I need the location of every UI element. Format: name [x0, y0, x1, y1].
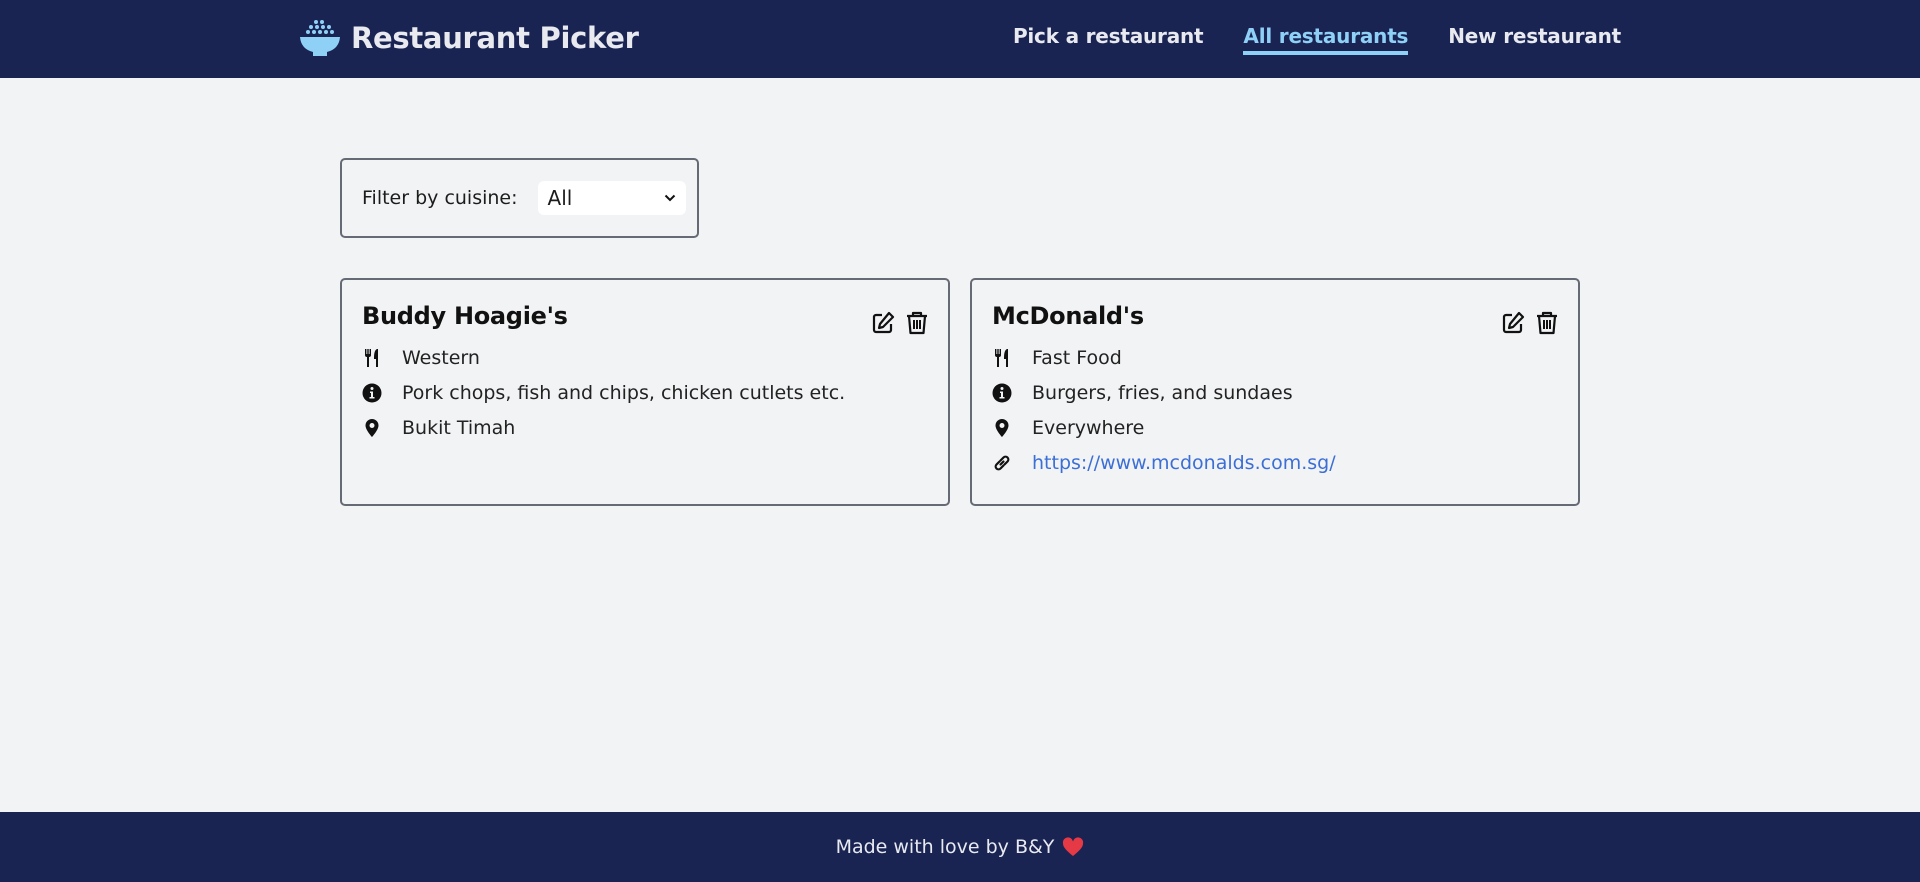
delete-button[interactable]: [1534, 310, 1560, 336]
cuisine-select-value: All: [547, 186, 573, 210]
restaurant-name: McDonald's: [992, 302, 1144, 330]
delete-button[interactable]: [904, 310, 930, 336]
card-actions: [870, 310, 930, 336]
edit-button[interactable]: [870, 310, 896, 336]
cuisine-select[interactable]: All: [537, 181, 686, 215]
utensils-icon: [992, 348, 1012, 368]
edit-icon: [1502, 311, 1525, 334]
location-row: Bukit Timah: [362, 410, 928, 445]
location-row: Everywhere: [992, 410, 1558, 445]
navbar: Restaurant Picker Pick a restaurant All …: [0, 0, 1920, 78]
location-pin-icon: [992, 418, 1012, 438]
nav-link-all-restaurants[interactable]: All restaurants: [1243, 24, 1408, 55]
cuisine-text: Western: [402, 346, 480, 369]
heart-icon: [1063, 837, 1084, 856]
restaurant-card: McDonald's Fast Food Burgers, fries, and…: [970, 278, 1580, 506]
restaurant-name: Buddy Hoagie's: [362, 302, 568, 330]
location-text: Bukit Timah: [402, 416, 516, 439]
website-link[interactable]: https://www.mcdonalds.com.sg/: [1032, 452, 1336, 474]
utensils-icon: [362, 348, 382, 368]
trash-icon: [907, 311, 927, 335]
restaurant-card: Buddy Hoagie's Western Pork chops, fish …: [340, 278, 950, 506]
cuisine-row: Fast Food: [992, 340, 1558, 375]
cuisine-filter: Filter by cuisine: All: [340, 158, 699, 238]
website-row: https://www.mcdonalds.com.sg/: [992, 445, 1558, 480]
restaurant-details: Western Pork chops, fish and chips, chic…: [362, 340, 928, 445]
brand-link[interactable]: Restaurant Picker: [299, 16, 639, 60]
chevron-down-icon: [664, 194, 675, 202]
nav-links: Pick a restaurant All restaurants New re…: [1013, 24, 1621, 55]
trash-icon: [1537, 311, 1557, 335]
edit-button[interactable]: [1500, 310, 1526, 336]
card-actions: [1500, 310, 1560, 336]
filter-label: Filter by cuisine:: [362, 187, 518, 209]
location-pin-icon: [362, 418, 382, 438]
info-icon: [362, 383, 382, 403]
description-text: Burgers, fries, and sundaes: [1032, 381, 1293, 404]
description-row: Pork chops, fish and chips, chicken cutl…: [362, 375, 928, 410]
cuisine-row: Western: [362, 340, 928, 375]
location-text: Everywhere: [1032, 416, 1145, 439]
link-icon: [992, 453, 1012, 473]
footer-text: Made with love by B&Y: [835, 836, 1055, 858]
footer: Made with love by B&Y: [0, 812, 1920, 882]
cuisine-text: Fast Food: [1032, 346, 1122, 369]
rice-bowl-icon: [300, 20, 340, 56]
description-text: Pork chops, fish and chips, chicken cutl…: [402, 381, 846, 404]
nav-link-pick-restaurant[interactable]: Pick a restaurant: [1013, 24, 1204, 55]
nav-link-new-restaurant[interactable]: New restaurant: [1448, 24, 1621, 55]
info-icon: [992, 383, 1012, 403]
description-row: Burgers, fries, and sundaes: [992, 375, 1558, 410]
brand-title: Restaurant Picker: [351, 21, 639, 55]
edit-icon: [872, 311, 895, 334]
restaurant-details: Fast Food Burgers, fries, and sundaes Ev…: [992, 340, 1558, 480]
